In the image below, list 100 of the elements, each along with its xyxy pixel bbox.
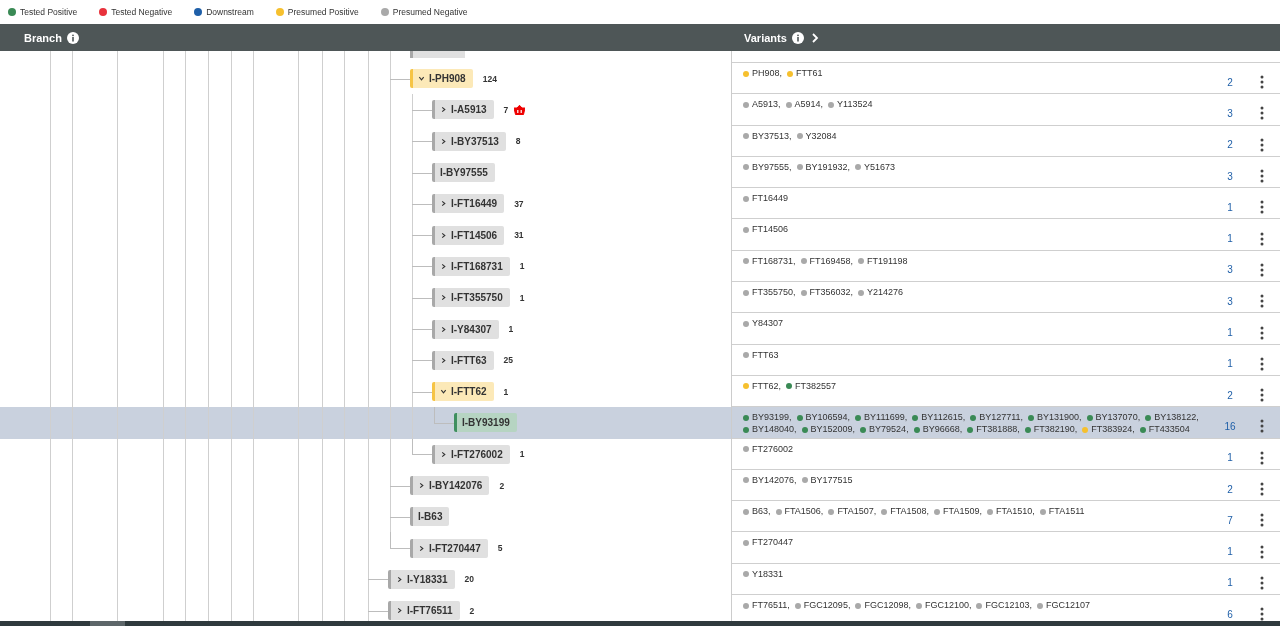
info-icon[interactable] — [66, 31, 79, 44]
variant-count: 2 — [1226, 388, 1234, 401]
branch-node[interactable]: I-PH908 — [410, 69, 473, 89]
chevron-right-icon[interactable] — [440, 356, 447, 364]
variant-name: FT191198 — [867, 255, 908, 267]
descendant-count: 5 — [497, 543, 503, 554]
branch-node[interactable]: I-BY97555 — [432, 163, 495, 183]
branch-node[interactable]: I-BY93199 — [454, 413, 517, 433]
variant-name: FT276002 — [752, 443, 794, 455]
variant-name: FTT61 — [796, 68, 823, 79]
branch-node[interactable]: I-B63 — [410, 507, 450, 527]
chevron-down-icon[interactable] — [418, 75, 425, 83]
info-icon[interactable] — [791, 31, 804, 44]
variant-name: BY97555, — [752, 161, 792, 173]
chevron-right-icon[interactable] — [396, 607, 403, 615]
variant-count: 1 — [1226, 576, 1234, 589]
tree-row[interactable]: I-BY37513 8 BY37513, Y32084 2 — [0, 125, 1280, 157]
variant-count: 3 — [1226, 169, 1234, 182]
variant-name: BY152009, — [810, 424, 856, 436]
chevron-right-icon[interactable] — [440, 137, 447, 145]
descendant-count: 31 — [514, 230, 524, 241]
variant-name: FT76511, — [752, 600, 790, 612]
descendant-count: 8 — [515, 136, 521, 147]
chevron-down-icon[interactable] — [440, 388, 447, 396]
descendant-count: 1 — [519, 292, 525, 303]
variant-name: BY148040, — [752, 424, 797, 436]
tree-row[interactable]: I-Y84307 1 Y84307 1 — [0, 313, 1280, 345]
tree-row[interactable]: I-Y18331 20 Y18331 1 — [0, 563, 1280, 596]
branch-node[interactable]: I-BY37513 — [432, 131, 506, 151]
variant-name: BY138122, — [1154, 412, 1199, 424]
chevron-right-icon[interactable] — [440, 231, 447, 239]
variant-count: 2 — [1226, 482, 1234, 495]
branch-node[interactable]: I-FTT63 — [432, 350, 494, 370]
variant-name: PH908, — [752, 68, 783, 79]
branch-node[interactable]: I-FT14506 — [432, 225, 505, 245]
tree-row[interactable]: I-FT14506 31 FT14506 1 — [0, 219, 1280, 251]
chevron-right-icon[interactable] — [440, 200, 447, 208]
legend-label: Tested Positive — [20, 7, 78, 17]
variant-count: 3 — [1226, 106, 1234, 119]
variant-name: FTA1509, — [943, 506, 982, 518]
variant-count: 1 — [1226, 545, 1234, 558]
legend-label: Presumed Negative — [392, 7, 468, 17]
variant-name: BY96668, — [922, 424, 963, 436]
basket-icon[interactable] — [514, 104, 526, 115]
variant-name: FT168731, — [752, 255, 796, 267]
variant-name: Y51673 — [864, 161, 896, 173]
chevron-right-icon[interactable] — [396, 575, 403, 583]
chevron-right-icon[interactable] — [440, 106, 447, 114]
variant-name: FTA1507, — [837, 506, 877, 518]
chevron-right-icon[interactable] — [440, 294, 447, 302]
variant-name: Y214276 — [867, 287, 904, 299]
tree-row[interactable]: I-B63 B63, FTA1506, FTA1507, FTA1508, FTA1509, FTA1510, FTA1511 7 — [0, 501, 1280, 533]
chevron-right-icon[interactable] — [418, 544, 425, 552]
variant-name: BY142076, — [752, 474, 797, 486]
branch-node[interactable]: I-A5913 — [432, 100, 494, 120]
variant-count: 1 — [1226, 357, 1234, 370]
chevron-right-icon[interactable] — [440, 325, 447, 333]
variant-name: BY106594, — [805, 412, 851, 424]
descendant-count: 2 — [499, 480, 505, 491]
variant-name: A5914, — [794, 99, 824, 111]
descendant-count: 1 — [519, 261, 525, 272]
variant-name: FTA1511 — [1048, 506, 1085, 518]
tree-row[interactable]: I-FT16449 37 FT16449 1 — [0, 188, 1280, 220]
tree-row[interactable]: I-FT276002 1 FT276002 1 — [0, 438, 1280, 470]
branch-node[interactable]: I-BY142076 — [410, 476, 490, 495]
branch-node[interactable]: I-FT355750 — [432, 288, 510, 308]
tree-row[interactable]: I-BY142076 2 BY142076, BY177515 2 — [0, 469, 1280, 502]
variant-name: BY131900, — [1037, 412, 1082, 424]
branch-node[interactable]: I-Y18331 — [388, 569, 455, 589]
variant-name: FGC12100, — [924, 600, 972, 612]
descendant-count: 1 — [508, 324, 514, 334]
descendant-count: 37 — [514, 198, 524, 209]
tree-row[interactable]: I-FT168731 1 FT168731, FT169458, FT191198 3 — [0, 250, 1280, 283]
variant-count: 16 — [1223, 419, 1237, 432]
tree-row[interactable]: I-FT355750 1 FT355750, FT356032, Y214276 3 — [0, 282, 1280, 314]
variant-count: 1 — [1226, 326, 1234, 338]
chevron-right-icon[interactable] — [440, 450, 447, 458]
tree-row[interactable]: I-FT270447 5 FT270447 1 — [0, 532, 1280, 564]
variant-name: Y32084 — [805, 130, 837, 142]
branch-node[interactable]: I-FT168731 — [432, 256, 510, 276]
branch-node[interactable]: I-FTT62 — [432, 382, 494, 402]
tree-row[interactable]: I-BY93199 BY93199, BY106594, BY111699, BY112615, BY127711, BY131900, BY137070, BY138122, BY148040, BY152009, BY79524, BY96668, FT381888, FT382190, FT383924, FT433504 16 — [0, 407, 1280, 439]
variant-name: Y84307 — [752, 318, 784, 330]
tree-row[interactable]: I-A5913 7 A5913, A5914, Y113524 3 — [0, 94, 1280, 126]
variant-name: BY37513, — [752, 130, 792, 142]
chevron-right-icon[interactable] — [418, 482, 425, 489]
tree-row[interactable]: I-FTT63 25 FTT63 1 — [0, 344, 1280, 376]
variant-name: B63, — [752, 506, 771, 518]
descendant-count: 1 — [503, 386, 509, 397]
tree-row[interactable]: I-BY97555 BY97555, BY191932, Y51673 3 — [0, 156, 1280, 189]
branch-node[interactable]: I-FT270447 — [410, 538, 488, 558]
branch-node[interactable]: I-FT276002 — [432, 444, 510, 464]
branch-node[interactable]: I-FT16449 — [432, 194, 505, 214]
branch-node[interactable]: I-FT76511 — [388, 601, 460, 621]
variant-name: BY127711, — [979, 412, 1024, 424]
legend-label: Presumed Positive — [287, 7, 359, 17]
chevron-right-icon[interactable] — [440, 262, 447, 270]
tree-row[interactable]: I-PH908 124 PH908, FTT61 2 — [0, 63, 1280, 95]
branch-node[interactable]: I-Y84307 — [432, 319, 499, 339]
horizontal-scrollbar[interactable] — [0, 621, 1280, 626]
